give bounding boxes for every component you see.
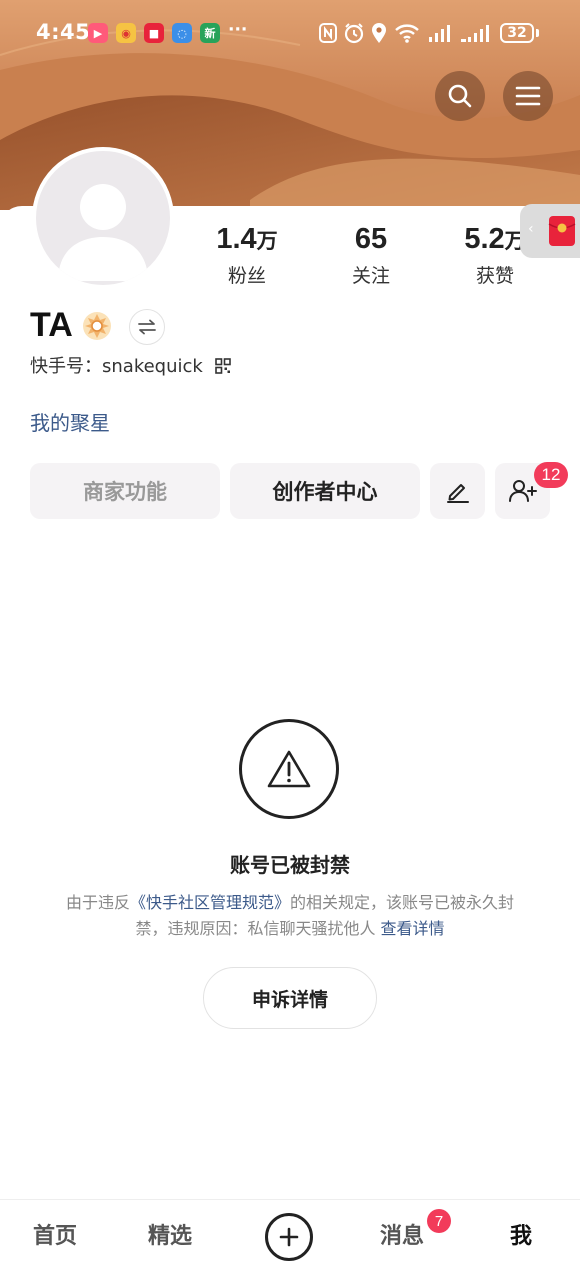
default-avatar-icon <box>58 184 148 281</box>
qrcode-icon[interactable] <box>214 358 231 374</box>
followers-count: 1.4 <box>216 223 257 255</box>
ban-description: 由于违反《快手社区管理规范》的相关规定，该账号已被永久封禁，违规原因：私信聊天骚… <box>60 890 520 942</box>
my-star-link[interactable]: 我的聚星 <box>30 407 110 436</box>
followers-label: 粉丝 <box>227 265 266 287</box>
chevron-left-icon: ‹ <box>528 221 534 237</box>
followers-unit: 万 <box>256 230 278 253</box>
warning-icon <box>267 750 311 788</box>
avatar[interactable] <box>32 147 174 289</box>
status-time: 4:45 <box>36 20 91 44</box>
red-envelope-icon <box>548 216 576 246</box>
news-icon: 新 <box>200 23 220 43</box>
edit-icon <box>446 484 469 503</box>
warning-circle <box>239 719 339 819</box>
search-icon <box>448 84 472 108</box>
user-id: 快手号：snakequick <box>30 356 203 377</box>
ban-desc-prefix: 由于违反 <box>65 893 130 912</box>
profile-name: TA <box>30 306 73 344</box>
view-details-link[interactable]: 查看详情 <box>381 919 445 938</box>
following-count: 65 <box>354 223 388 255</box>
nav-featured[interactable]: 精选 <box>148 1218 192 1250</box>
nav-messages[interactable]: 消息 <box>380 1218 424 1250</box>
creator-center-button[interactable]: 创作者中心 <box>230 463 420 519</box>
likes-count: 5.2 <box>464 223 505 255</box>
likes-label: 获赞 <box>475 265 514 287</box>
swap-icon <box>138 319 156 335</box>
chat-icon: ◌ <box>172 23 192 43</box>
more-notifications-indicator: ··· <box>228 20 248 40</box>
red-app-icon: ■ <box>144 23 164 43</box>
menu-icon <box>515 86 541 106</box>
add-user-icon <box>508 480 537 502</box>
following-label: 关注 <box>351 265 390 287</box>
switch-account-button[interactable] <box>129 309 165 345</box>
weibo-icon: ◉ <box>116 23 136 43</box>
alarm-icon <box>343 22 365 48</box>
appeal-details-button[interactable]: 申诉详情 <box>203 967 377 1029</box>
followers-stat[interactable]: 1.4万 粉丝 <box>187 222 307 288</box>
create-post-button[interactable] <box>265 1213 313 1261</box>
menu-button[interactable] <box>503 71 553 121</box>
nav-me[interactable]: 我 <box>510 1218 532 1250</box>
edit-profile-button[interactable] <box>430 463 485 519</box>
search-button[interactable] <box>435 71 485 121</box>
signal-icon <box>428 22 454 48</box>
wifi-icon <box>394 22 420 48</box>
merchant-functions-button[interactable]: 商家功能 <box>30 463 220 519</box>
following-stat[interactable]: 65 关注 <box>311 222 431 288</box>
battery-tip <box>536 29 539 37</box>
kuaishou-icon: ▶ <box>88 23 108 43</box>
friend-request-badge: 12 <box>534 462 568 488</box>
battery-indicator: 32 <box>500 23 534 43</box>
bottom-nav-divider <box>0 1199 580 1200</box>
level-badge-icon[interactable] <box>82 311 112 345</box>
signal-5g-icon <box>460 22 494 48</box>
nfc-icon <box>318 22 338 48</box>
community-rules-link[interactable]: 《快手社区管理规范》 <box>130 893 290 912</box>
red-packet-widget[interactable]: ‹ <box>520 204 580 258</box>
location-icon <box>370 22 388 48</box>
user-id-row[interactable]: 快手号：snakequick <box>30 352 231 378</box>
messages-badge: 7 <box>427 1209 451 1233</box>
nav-home[interactable]: 首页 <box>33 1218 77 1250</box>
ban-title: 账号已被封禁 <box>230 853 350 877</box>
